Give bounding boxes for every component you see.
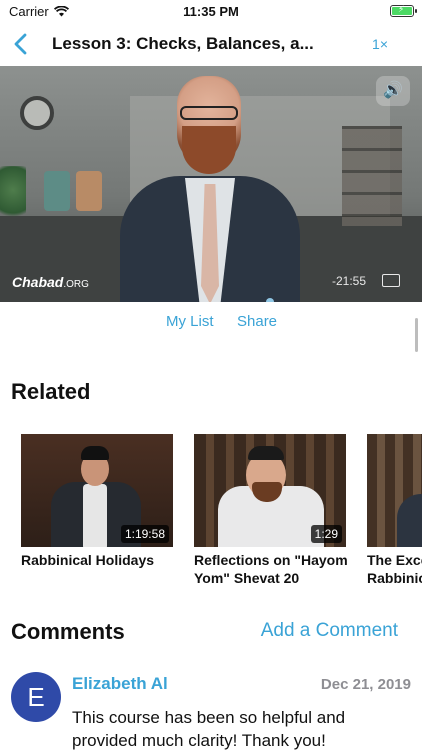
comment-author[interactable]: Elizabeth Al: [72, 674, 168, 694]
playback-speed-button[interactable]: 1×: [372, 36, 388, 52]
chevron-left-icon: [14, 33, 27, 55]
video-duration: 1:29: [310, 525, 342, 543]
share-button[interactable]: Share: [237, 313, 277, 330]
scrollbar[interactable]: [415, 318, 418, 352]
related-item-title: Rabbinical Holidays: [21, 552, 155, 568]
status-time: 11:35 PM: [183, 4, 239, 19]
time-remaining: -21:55: [331, 274, 366, 288]
chabad-watermark: Chabad.ORG: [12, 274, 89, 290]
video-thumbnail[interactable]: 1:19:58: [21, 434, 173, 547]
related-item-title: The Exceptional Rabbinic...: [367, 552, 422, 584]
related-item[interactable]: The Exceptional Rabbinic...: [367, 434, 422, 584]
related-item[interactable]: 1:29 Reflections on "Hayom Yom" Shevat 2…: [194, 434, 348, 584]
avatar: E: [11, 672, 61, 722]
back-button[interactable]: [10, 30, 34, 58]
page-title: Lesson 3: Checks, Balances, a...: [52, 34, 314, 53]
comment-date: Dec 21, 2019: [320, 676, 411, 693]
related-carousel[interactable]: 1:19:58 Rabbinical Holidays 1:29 Reflect…: [0, 434, 422, 584]
battery-charging-icon: [390, 4, 417, 17]
video-duration: 1:19:58: [120, 525, 169, 543]
related-heading: Related: [11, 379, 91, 404]
wall-clock: [20, 96, 54, 130]
related-item-title: Reflections on "Hayom Yom" Shevat 20: [194, 552, 348, 584]
status-bar: Carrier 11:35 PM: [0, 0, 422, 24]
video-player[interactable]: 🔊 Chabad.ORG -21:55: [0, 66, 422, 302]
video-thumbnail[interactable]: 1:29: [194, 434, 346, 547]
comments-heading: Comments: [11, 619, 125, 644]
related-item[interactable]: 1:19:58 Rabbinical Holidays: [21, 434, 173, 569]
scrubber-handle[interactable]: [266, 298, 274, 302]
airplay-icon[interactable]: [382, 274, 400, 287]
comment-text: This course has been so helpful and prov…: [72, 708, 346, 750]
volume-icon[interactable]: 🔊: [376, 76, 410, 106]
video-thumbnail[interactable]: [367, 434, 422, 547]
nav-bar: Lesson 3: Checks, Balances, a... 1×: [0, 24, 422, 64]
add-comment-button[interactable]: Add a Comment: [261, 620, 398, 642]
my-list-button[interactable]: My List: [166, 313, 214, 330]
